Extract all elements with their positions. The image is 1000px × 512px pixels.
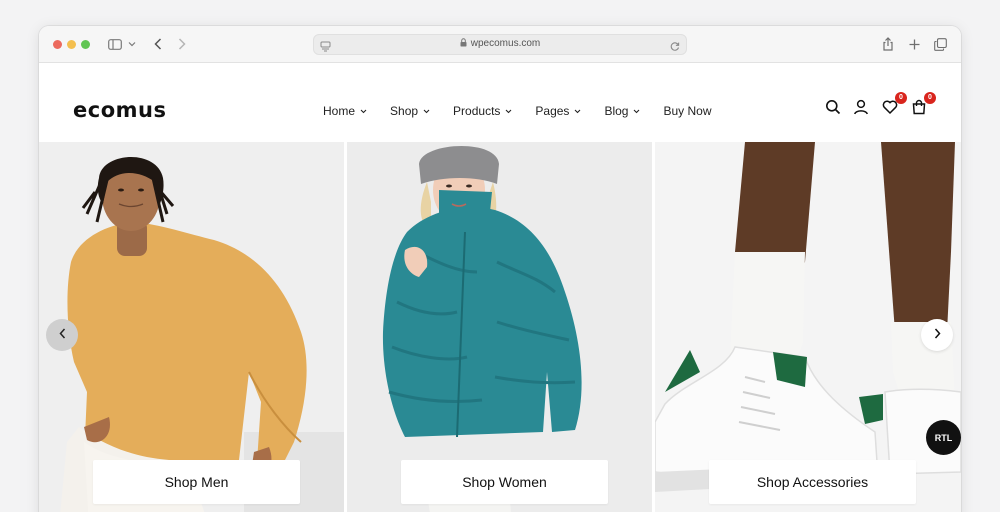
carousel-prev-button[interactable] (46, 319, 78, 351)
back-icon[interactable] (151, 35, 165, 53)
nav-pages-label: Pages (535, 104, 570, 118)
shop-accessories-button[interactable]: Shop Accessories (709, 460, 916, 504)
close-window-button[interactable] (53, 40, 62, 49)
search-icon[interactable] (825, 99, 843, 117)
carousel-next-button[interactable] (921, 319, 953, 351)
collection-men[interactable]: Shop Men (39, 142, 344, 512)
share-icon[interactable] (881, 35, 895, 53)
nav-home[interactable]: Home (323, 103, 367, 119)
chevron-down-icon (574, 109, 581, 114)
nav-blog[interactable]: Blog (604, 103, 640, 119)
nav-buy-now[interactable]: Buy Now (663, 103, 711, 119)
main-nav: Home Shop Products Pages Blog Buy Now (323, 103, 712, 119)
new-tab-icon[interactable] (907, 35, 921, 53)
cart-count-badge: 0 (924, 92, 936, 104)
browser-toolbar: wpecomus.com (39, 26, 961, 63)
site-logo[interactable]: ecomus (73, 99, 166, 121)
nav-blog-label: Blog (604, 104, 629, 118)
reload-icon[interactable] (670, 39, 680, 57)
chevron-down-icon (633, 109, 640, 114)
minimize-window-button[interactable] (67, 40, 76, 49)
shop-men-button[interactable]: Shop Men (93, 460, 300, 504)
wishlist-count-badge: 0 (895, 92, 907, 104)
nav-home-label: Home (323, 104, 356, 118)
chevron-down-icon (505, 109, 512, 114)
nav-shop-label: Shop (390, 104, 419, 118)
nav-products[interactable]: Products (453, 103, 512, 119)
browser-window: wpecomus.com ecomus Home Shop Products P… (39, 26, 961, 512)
url-text: wpecomus.com (470, 38, 541, 49)
collection-accessories[interactable]: Shop Accessories (655, 142, 961, 512)
nav-products-label: Products (453, 104, 501, 118)
sidebar-toggle-icon[interactable] (107, 35, 123, 53)
men-model-image (39, 142, 344, 512)
nav-buy-now-label: Buy Now (663, 104, 712, 118)
url-display: wpecomus.com (314, 38, 686, 50)
address-bar[interactable]: wpecomus.com (313, 34, 687, 55)
nav-shop[interactable]: Shop (390, 103, 430, 119)
shop-women-button[interactable]: Shop Women (401, 460, 608, 504)
wishlist-icon[interactable]: 0 (882, 92, 907, 117)
account-icon[interactable] (853, 99, 871, 117)
chevron-left-icon (58, 326, 66, 344)
chevron-down-icon (423, 109, 430, 114)
zoom-window-button[interactable] (81, 40, 90, 49)
nav-pages[interactable]: Pages (535, 103, 581, 119)
women-model-image (347, 142, 652, 512)
cart-icon[interactable]: 0 (911, 92, 936, 117)
rtl-toggle-button[interactable]: RTL (926, 420, 961, 455)
chevron-right-icon (934, 326, 941, 344)
site-header: ecomus Home Shop Products Pages Blog Buy… (39, 63, 961, 142)
accessories-model-image (655, 142, 961, 512)
lock-icon (460, 38, 467, 50)
tab-overview-icon[interactable] (933, 35, 947, 53)
collection-women[interactable]: Shop Women (347, 142, 652, 512)
forward-icon[interactable] (175, 35, 189, 53)
hero-collections: Shop Men Shop Women Shop Accessories RTL (39, 142, 961, 512)
chevron-down-icon[interactable] (127, 35, 137, 53)
chevron-down-icon (360, 109, 367, 114)
